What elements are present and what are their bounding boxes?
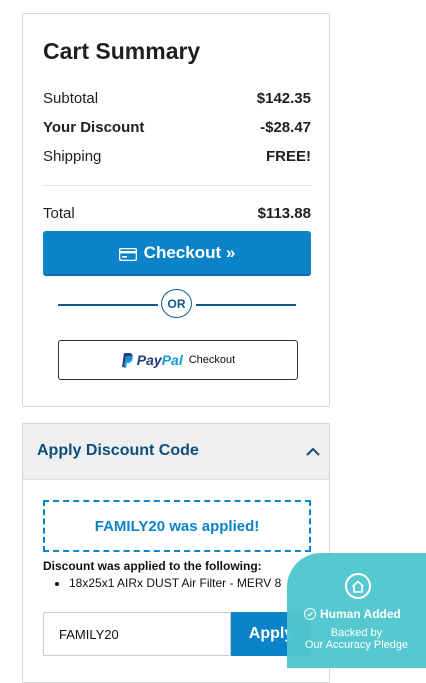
checkout-button[interactable]: Checkout » [43,231,311,276]
paypal-checkout-button[interactable]: Pay Pal Checkout [58,340,298,380]
shipping-row: Shipping FREE! [43,148,311,165]
badge-title-row: Human Added [304,607,426,621]
badge-subtitle-line2: Our Accuracy Pledge [304,639,409,651]
or-line-right [196,304,296,306]
shipping-label: Shipping [43,148,102,165]
paypal-checkout-text: Checkout [188,354,236,366]
cart-summary-card: Cart Summary Subtotal $142.35 Your Disco… [22,13,330,407]
paypal-pal-text: Pal [161,352,183,368]
paypal-icon [121,352,133,368]
total-row: Total $113.88 [43,205,311,222]
subtotal-value: $142.35 [256,90,311,107]
checkout-button-label: Checkout » [143,242,236,262]
summary-divider [43,185,311,186]
subtotal-label: Subtotal [43,90,99,107]
discount-code-input[interactable] [43,612,231,656]
discount-panel-title: Apply Discount Code [37,442,199,459]
cart-summary-title: Cart Summary [43,38,201,64]
discount-row: Your Discount -$28.47 [43,119,311,136]
or-badge: OR [161,289,192,318]
subtotal-row: Subtotal $142.35 [43,90,311,107]
or-separator: OR [58,289,296,319]
home-icon [345,573,371,599]
discount-label: Your Discount [43,119,145,136]
total-value: $113.88 [257,205,311,222]
badge-title: Human Added [320,607,401,621]
discount-applied-message: FAMILY20 was applied! [43,500,311,552]
credit-card-icon [118,246,137,262]
check-circle-icon [304,608,316,620]
discount-value: -$28.47 [260,119,311,136]
discount-panel-header[interactable]: Apply Discount Code [23,424,329,480]
total-label: Total [43,205,75,222]
paypal-pay-text: Pay [136,352,162,368]
shipping-value: FREE! [266,148,311,165]
discount-applied-heading: Discount was applied to the following: [43,559,262,573]
or-line-left [58,304,158,306]
badge-subtitle-line1: Backed by [330,627,383,639]
discount-code-panel: Apply Discount Code FAMILY20 was applied… [22,423,330,683]
human-added-badge[interactable]: Human Added Backed by Our Accuracy Pledg… [287,553,426,668]
chevron-up-icon[interactable] [305,445,321,457]
